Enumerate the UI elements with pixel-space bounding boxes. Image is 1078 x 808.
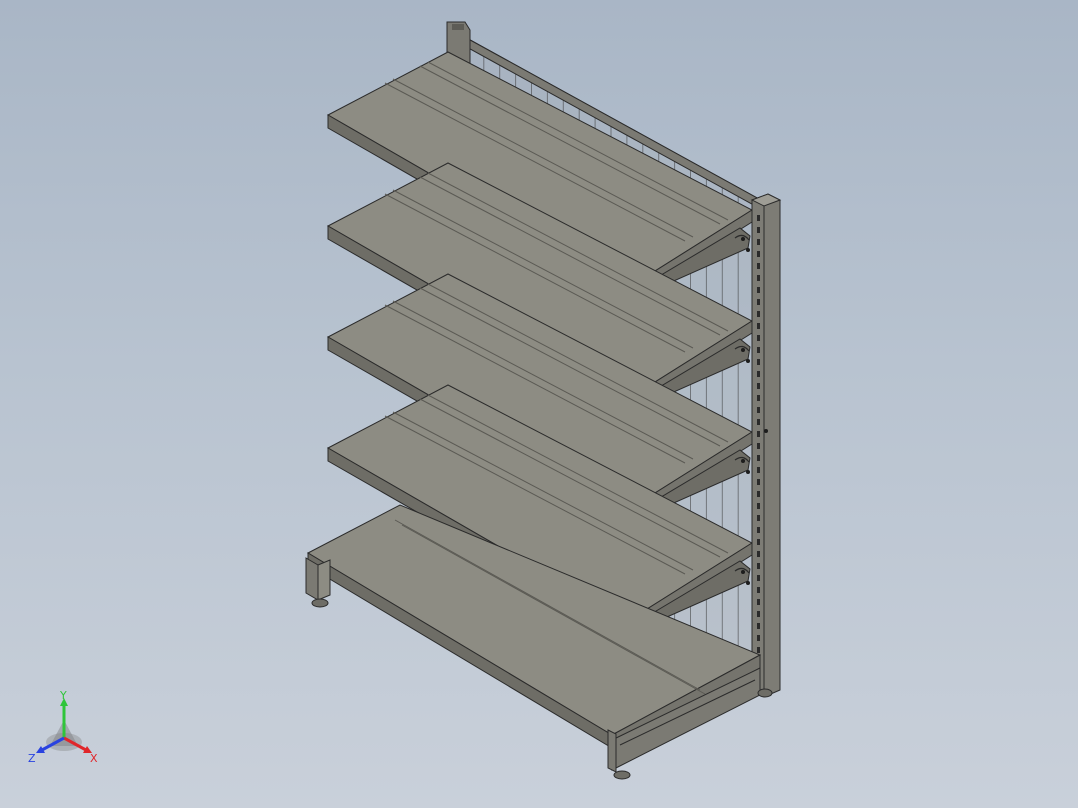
bracket-bolt: [746, 470, 750, 474]
upright-slot: [757, 647, 760, 653]
upright-slot: [757, 443, 760, 449]
front-right-upright: [750, 193, 782, 698]
upright-slot: [757, 299, 760, 305]
upright-slot: [757, 215, 760, 221]
upright-slot: [757, 551, 760, 557]
upright-slot: [757, 599, 760, 605]
bracket-bolt: [746, 359, 750, 363]
upright-slot: [757, 431, 760, 437]
upright-slot: [757, 623, 760, 629]
upright-slot: [757, 419, 760, 425]
upright-slot: [757, 371, 760, 377]
upright-slot: [757, 251, 760, 257]
upright-slot: [757, 587, 760, 593]
bracket-bolt: [746, 581, 750, 585]
upright-slot: [757, 467, 760, 473]
bracket-bolt: [741, 459, 745, 463]
upright-slot: [757, 347, 760, 353]
upright-slot: [757, 359, 760, 365]
upright-slot: [757, 395, 760, 401]
bracket-bolt: [741, 348, 745, 352]
upright-slot: [757, 479, 760, 485]
upright-slot: [757, 383, 760, 389]
upright-slot: [757, 515, 760, 521]
upright-slot: [757, 527, 760, 533]
bracket-bolt: [741, 570, 745, 574]
view-orientation-triad[interactable]: Y X Z: [28, 690, 108, 770]
upright-slot: [757, 335, 760, 341]
shelving-unit-model[interactable]: [0, 0, 1078, 808]
upright-slot: [757, 503, 760, 509]
bracket-bolt: [746, 248, 750, 252]
upright-slot: [757, 563, 760, 569]
upright-slot: [757, 275, 760, 281]
upright-slot: [757, 323, 760, 329]
bracket-bolt: [741, 237, 745, 241]
upright-slot: [757, 263, 760, 269]
upright-slot: [757, 287, 760, 293]
cad-viewport[interactable]: Y X Z: [0, 0, 1078, 808]
upright-slot: [757, 455, 760, 461]
upright-slot: [757, 407, 760, 413]
upright-slot: [757, 491, 760, 497]
upright-slot: [757, 575, 760, 581]
upright-slot: [757, 611, 760, 617]
upright-slot: [757, 227, 760, 233]
x-axis-label: X: [90, 752, 98, 765]
y-axis-label: Y: [59, 690, 67, 702]
upright-slot: [757, 635, 760, 641]
upright-slot: [757, 539, 760, 545]
z-axis-label: Z: [28, 752, 36, 765]
upright-slot: [757, 311, 760, 317]
upright-slot: [757, 239, 760, 245]
